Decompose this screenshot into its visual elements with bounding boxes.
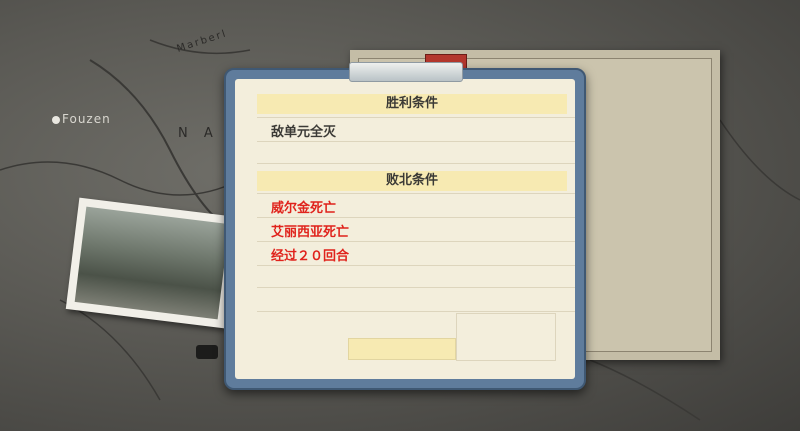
victory-condition: 敌单元全灭 [271,125,337,140]
empty-slot-box [348,338,456,360]
map-label-fouzen: Fouzen [62,112,111,126]
divider [257,193,575,194]
city-marker [52,116,60,124]
divider [257,141,575,142]
defeat-condition: 经过２０回合 [271,249,350,264]
defeat-condition: 威尔金死亡 [271,201,337,216]
divider [257,163,575,164]
reconnaissance-photo [65,197,239,329]
divider [257,265,575,266]
divider [257,117,575,118]
divider [257,311,575,312]
defeat-condition: 艾丽西亚死亡 [271,225,350,240]
divider [257,241,575,242]
empty-frame-box [456,313,556,361]
divider [257,287,575,288]
divider [257,217,575,218]
binocular-icon [196,345,218,359]
dialog-clip [349,62,463,82]
map-label-region: N A [178,126,219,141]
photo-image [74,206,230,320]
victory-header: 胜利条件 [257,94,567,114]
defeat-header: 败北条件 [257,171,567,191]
